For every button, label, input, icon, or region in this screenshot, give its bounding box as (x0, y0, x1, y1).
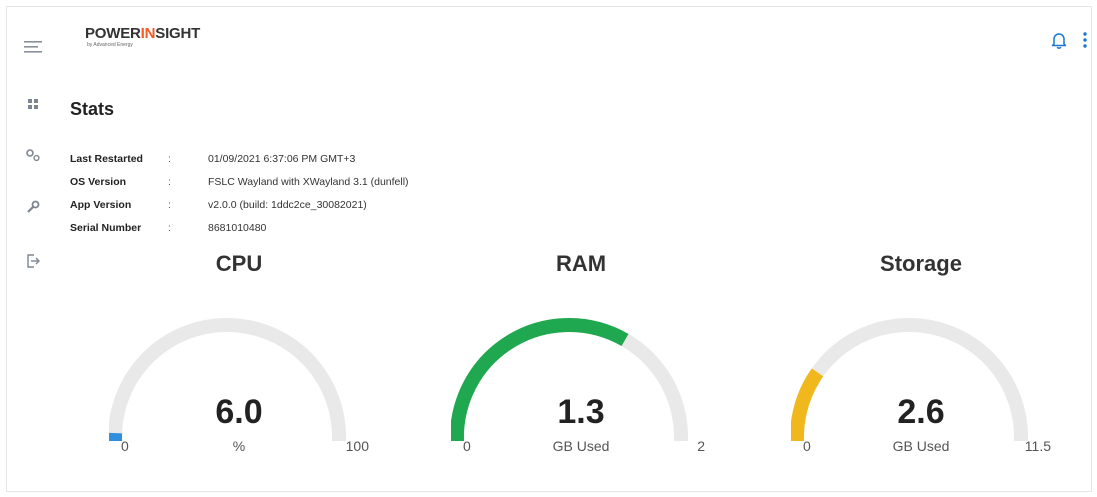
gauge-max-label: 100 (345, 438, 369, 454)
bell-icon (1051, 31, 1067, 54)
logout-icon (26, 253, 40, 273)
info-label: Serial Number (70, 221, 142, 234)
info-label: App Version (70, 198, 132, 211)
menu-toggle-button[interactable] (19, 37, 47, 61)
gauge-min-label: 0 (463, 438, 471, 454)
gears-icon (25, 148, 41, 167)
info-label: OS Version (70, 175, 127, 188)
header-actions (1051, 31, 1087, 54)
gauge-unit: GB Used (552, 438, 610, 454)
sidebar-item-dashboard[interactable] (19, 93, 47, 117)
gauge-unit: GB Used (892, 438, 950, 454)
info-label: Last Restarted (70, 152, 143, 165)
grid-icon (28, 96, 38, 114)
gauge-max-label: 2 (697, 438, 705, 454)
hamburger-icon (24, 40, 42, 59)
ram-gauge: RAM 1.3 GB Used 0 2 (451, 251, 711, 476)
gauge-value: 2.6 (897, 393, 945, 431)
info-value: 01/09/2021 6:37:06 PM GMT+3 (208, 152, 356, 165)
info-separator: : (168, 198, 171, 211)
logo-text-left: POWER (85, 25, 141, 42)
info-value: FSLC Wayland with XWayland 3.1 (dunfell) (208, 175, 409, 188)
more-vertical-icon (1083, 32, 1087, 53)
storage-gauge: Storage 2.6 GB Used 0 11.5 (791, 251, 1051, 476)
info-separator: : (168, 175, 171, 188)
device-info: Last Restarted : 01/09/2021 6:37:06 PM G… (70, 147, 409, 239)
wrench-icon (26, 200, 40, 219)
sidebar-item-tools[interactable] (19, 197, 47, 221)
gauge-min-label: 0 (803, 438, 811, 454)
gauge-unit: % (232, 438, 246, 454)
cpu-gauge: CPU 6.0 % 0 100 (109, 251, 369, 476)
gauge-min-label: 0 (121, 438, 129, 454)
info-separator: : (168, 152, 171, 165)
logo-text-accent: IN (140, 25, 156, 42)
app-window: POWERINSIGHT by Advanced Energy Stats La… (6, 6, 1092, 492)
gauge-max-label: 11.5 (1024, 438, 1051, 454)
info-row-serial-number: Serial Number : 8681010480 (70, 216, 409, 239)
info-value: 8681010480 (208, 221, 267, 234)
info-value: v2.0.0 (build: 1ddc2ce_30082021) (208, 198, 367, 211)
sidebar-item-logout[interactable] (19, 251, 47, 275)
logo-text-right: SIGHT (155, 25, 201, 42)
info-row-os-version: OS Version : FSLC Wayland with XWayland … (70, 170, 409, 193)
info-row-last-restarted: Last Restarted : 01/09/2021 6:37:06 PM G… (70, 147, 409, 170)
notifications-button[interactable] (1051, 31, 1067, 54)
gauge-value: 1.3 (557, 393, 605, 431)
page-title: Stats (70, 99, 115, 119)
sidebar (7, 7, 59, 491)
more-options-button[interactable] (1083, 32, 1087, 53)
logo-subtitle: by Advanced Energy (87, 42, 133, 48)
gauge-value: 6.0 (215, 393, 263, 431)
info-row-app-version: App Version : v2.0.0 (build: 1ddc2ce_300… (70, 193, 409, 216)
info-separator: : (168, 221, 171, 234)
sidebar-item-settings[interactable] (19, 145, 47, 169)
app-logo: POWERINSIGHT by Advanced Energy (85, 25, 200, 48)
